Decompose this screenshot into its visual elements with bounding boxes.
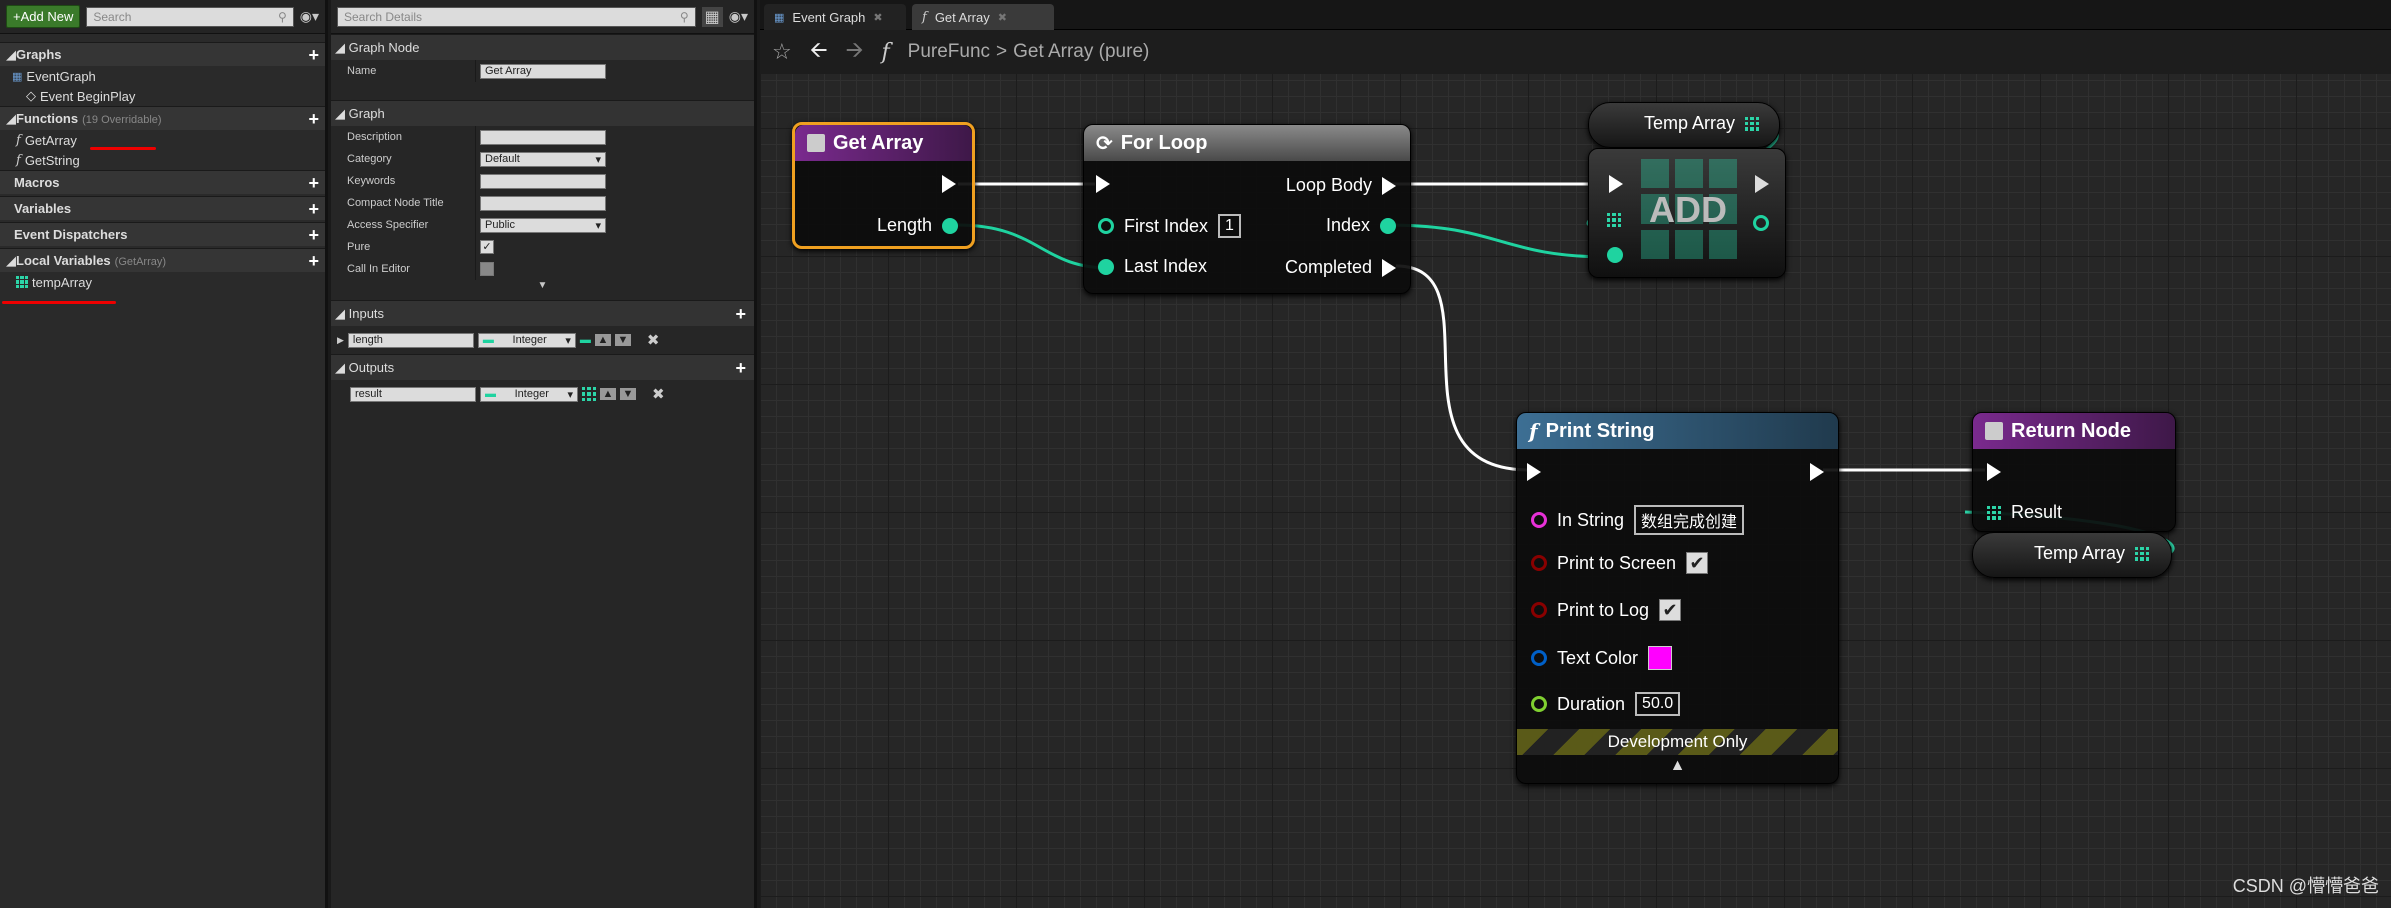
loop-icon: ⟳ xyxy=(1096,132,1113,155)
exec-in-pin[interactable] xyxy=(1609,175,1623,193)
node-temp-array-getter[interactable]: Temp Array xyxy=(1588,102,1780,148)
node-header: f Print String xyxy=(1517,413,1838,449)
exec-in-pin[interactable] xyxy=(1527,463,1541,481)
target-array-pin[interactable] xyxy=(1607,213,1621,227)
duration-pin[interactable]: Duration 50.0 xyxy=(1531,692,1681,716)
node-return[interactable]: Return Node Result xyxy=(1972,412,2176,532)
exec-pin-icon xyxy=(942,175,956,193)
function-result-icon xyxy=(1985,422,2003,440)
first-index-pin[interactable]: First Index 1 xyxy=(1098,214,1241,238)
temp-array-out-pin[interactable]: Temp Array xyxy=(2034,543,2149,564)
development-only-banner: Development Only xyxy=(1517,729,1838,755)
int-pin-icon xyxy=(942,217,958,234)
text-color-pin[interactable]: Text Color xyxy=(1531,646,1673,670)
watermark: CSDN @懵懵爸爸 xyxy=(2232,876,2379,896)
function-entry-icon xyxy=(807,134,825,152)
exec-wire xyxy=(1395,264,1531,472)
node-header: Get Array xyxy=(795,125,972,161)
in-string-value[interactable]: 数组完成创建 xyxy=(1634,505,1745,535)
print-to-screen-pin[interactable]: Print to Screen ✔ xyxy=(1531,552,1709,574)
index-out-pin[interactable] xyxy=(1753,215,1769,231)
node-get-array[interactable]: Get Array Length xyxy=(792,122,975,249)
length-pin[interactable]: Length xyxy=(877,215,958,236)
int-wire xyxy=(1387,223,1611,259)
exec-in-pin[interactable] xyxy=(1096,175,1110,193)
completed-pin[interactable]: Completed xyxy=(1285,257,1396,278)
node-for-loop[interactable]: ⟳ For Loop First Index 1 Last Index Loop B… xyxy=(1083,124,1411,294)
exec-out-pin[interactable] xyxy=(942,175,956,193)
new-item-pin[interactable] xyxy=(1607,247,1623,263)
text-color-swatch[interactable] xyxy=(1648,646,1673,670)
temp-array-out-pin[interactable]: Temp Array xyxy=(1644,113,1759,134)
print-to-screen-checkbox[interactable]: ✔ xyxy=(1686,552,1709,574)
exec-in-pin[interactable] xyxy=(1987,463,2001,481)
exec-out-pin[interactable] xyxy=(1810,463,1824,481)
result-pin[interactable]: Result xyxy=(1987,502,2062,523)
duration-value[interactable]: 50.0 xyxy=(1635,692,1681,716)
first-index-value[interactable]: 1 xyxy=(1218,214,1241,238)
in-string-pin[interactable]: In String 数组完成创建 xyxy=(1531,505,1745,535)
loop-body-pin[interactable]: Loop Body xyxy=(1286,175,1396,196)
exec-out-pin[interactable] xyxy=(1755,175,1769,193)
print-to-log-pin[interactable]: Print to Log ✔ xyxy=(1531,599,1682,621)
node-header: Return Node xyxy=(1973,413,2175,449)
node-array-add[interactable]: ADD xyxy=(1588,148,1786,278)
index-pin[interactable]: Index xyxy=(1326,215,1396,236)
print-to-log-checkbox[interactable]: ✔ xyxy=(1659,599,1682,621)
array-pin-icon xyxy=(1745,116,1759,131)
node-temp-array-getter[interactable]: Temp Array xyxy=(1972,532,2172,578)
function-icon: f xyxy=(1529,419,1538,443)
last-index-pin[interactable]: Last Index xyxy=(1098,256,1207,277)
expand-arrow-icon[interactable]: ▲ xyxy=(1517,757,1838,775)
node-print-string[interactable]: f Print String In String 数组完成创建 Print to S… xyxy=(1516,412,1839,784)
node-header: ⟳ For Loop xyxy=(1084,125,1410,161)
